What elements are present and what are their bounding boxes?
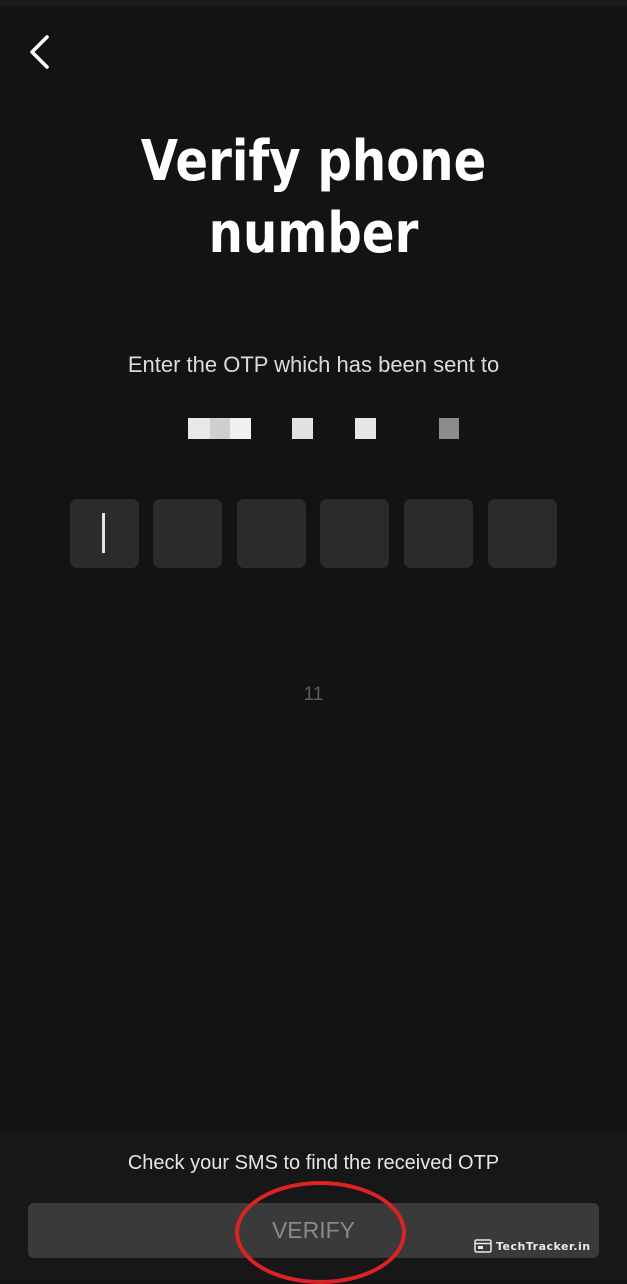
page-title: Verify phone number bbox=[140, 129, 487, 266]
otp-digit-6[interactable] bbox=[488, 499, 557, 568]
browser-window-icon bbox=[474, 1239, 492, 1253]
otp-digit-2[interactable] bbox=[153, 499, 222, 568]
status-strip bbox=[0, 0, 627, 6]
resend-timer: 11 bbox=[303, 684, 324, 705]
watermark-text: TechTracker.in bbox=[496, 1239, 591, 1253]
otp-instruction: Enter the OTP which has been sent to bbox=[127, 352, 500, 377]
otp-digit-4[interactable] bbox=[320, 499, 389, 568]
otp-input-group bbox=[70, 499, 560, 569]
chevron-left-icon bbox=[30, 35, 49, 69]
otp-digit-3[interactable] bbox=[237, 499, 306, 568]
masked-phone-number bbox=[188, 418, 463, 440]
back-button[interactable] bbox=[18, 30, 62, 74]
otp-digit-5[interactable] bbox=[404, 499, 473, 568]
sms-hint: Check your SMS to find the received OTP bbox=[127, 1152, 500, 1174]
text-cursor bbox=[102, 513, 105, 553]
watermark: TechTracker.in bbox=[474, 1237, 591, 1255]
